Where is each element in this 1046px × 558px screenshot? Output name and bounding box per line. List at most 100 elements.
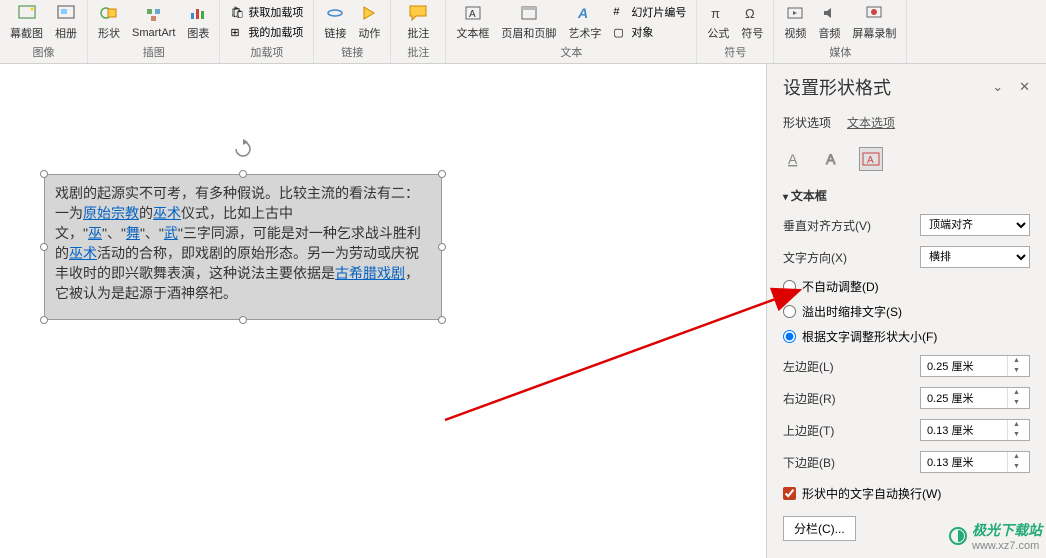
svg-text:π: π (711, 6, 720, 21)
screenrec-button[interactable]: 屏幕录制 (846, 0, 902, 44)
get-addins-button[interactable]: 🛍获取加载项 (228, 2, 305, 22)
audio-button[interactable]: 音频 (812, 0, 846, 44)
group-label-comment: 批注 (407, 44, 429, 62)
rotate-handle[interactable] (233, 139, 253, 159)
my-addins-button[interactable]: ⊞我的加载项 (228, 22, 305, 42)
link-button[interactable]: 链接 (318, 0, 352, 44)
headerfooter-icon (519, 3, 539, 23)
resize-handle-bm[interactable] (239, 316, 247, 324)
symbol-button[interactable]: Ω 符号 (735, 0, 769, 44)
audio-icon (819, 3, 839, 23)
album-icon (56, 3, 76, 23)
album-label: 相册 (55, 25, 77, 41)
wordart-icon: A (575, 3, 595, 23)
resize-handle-mr[interactable] (438, 243, 446, 251)
link-witchcraft2[interactable]: 巫术 (69, 245, 97, 261)
pane-category-icons: A A A (783, 147, 1030, 171)
radio-no-autofit[interactable] (783, 280, 796, 293)
headerfooter-button[interactable]: 页眉和页脚 (495, 0, 562, 44)
radio-no-autofit-label: 不自动调整(D) (802, 278, 879, 295)
section-textbox[interactable]: 文本框 (783, 187, 1030, 204)
cat-texteffect-icon[interactable]: A (821, 147, 845, 171)
spin-up[interactable]: ▲ (1008, 420, 1025, 430)
cat-textfill-icon[interactable]: A (783, 147, 807, 171)
margin-top-spinner[interactable]: ▲▼ (920, 419, 1030, 441)
spin-down[interactable]: ▼ (1008, 398, 1025, 408)
addins-icon: ⊞ (230, 25, 244, 39)
resize-handle-tl[interactable] (40, 170, 48, 178)
chart-label: 图表 (187, 25, 209, 41)
margin-left-spinner[interactable]: ▲▼ (920, 355, 1030, 377)
smartart-button[interactable]: SmartArt (126, 0, 181, 44)
symbol-label: 符号 (741, 25, 763, 41)
tab-text-options[interactable]: 文本选项 (847, 114, 895, 137)
spin-up[interactable]: ▲ (1008, 356, 1025, 366)
group-label-addins: 加载项 (250, 44, 283, 62)
action-button[interactable]: 动作 (352, 0, 386, 44)
textbox-icon: A (463, 3, 483, 23)
video-icon (785, 3, 805, 23)
margin-right-spinner[interactable]: ▲▼ (920, 387, 1030, 409)
screenshot-label: 幕截图 (10, 25, 43, 41)
pane-title: 设置形状格式 (783, 74, 891, 100)
svg-text:A: A (867, 155, 874, 166)
chart-button[interactable]: 图表 (181, 0, 215, 44)
resize-handle-br[interactable] (438, 316, 446, 324)
wordart-button[interactable]: A 艺术字 (562, 0, 607, 44)
margin-bottom-spinner[interactable]: ▲▼ (920, 451, 1030, 473)
link-martial[interactable]: 武 (164, 225, 178, 241)
comment-button[interactable]: 批注 (395, 0, 441, 44)
album-button[interactable]: 相册 (49, 0, 83, 44)
object-button[interactable]: ▢对象 (611, 22, 688, 42)
pane-dropdown-icon[interactable]: ⌄ (992, 79, 1003, 95)
cat-textbox-icon[interactable]: A (859, 147, 883, 171)
margin-bottom-input[interactable] (921, 456, 1007, 468)
link-label: 链接 (324, 25, 346, 41)
screenrec-label: 屏幕录制 (852, 25, 896, 41)
smartart-label: SmartArt (132, 27, 175, 39)
screenshot-button[interactable]: 幕截图 (4, 0, 49, 44)
textbox-shape[interactable]: 戏剧的起源实不可考，有多种假说。比较主流的看法有二：一为原始宗教的巫术仪式，比如… (44, 174, 442, 320)
resize-handle-tr[interactable] (438, 170, 446, 178)
textbox-button[interactable]: A 文本框 (450, 0, 495, 44)
columns-button[interactable]: 分栏(C)... (783, 516, 856, 541)
margin-right-input[interactable] (921, 392, 1007, 404)
resize-handle-bl[interactable] (40, 316, 48, 324)
radio-resize-shape-label: 根据文字调整形状大小(F) (802, 328, 937, 345)
spin-up[interactable]: ▲ (1008, 452, 1025, 462)
margin-left-input[interactable] (921, 360, 1007, 372)
spin-down[interactable]: ▼ (1008, 430, 1025, 440)
shape-button[interactable]: 形状 (92, 0, 126, 44)
group-label-media: 媒体 (829, 44, 851, 62)
pane-close-icon[interactable]: ✕ (1019, 79, 1030, 95)
action-icon (359, 3, 379, 23)
equation-button[interactable]: π 公式 (701, 0, 735, 44)
format-shape-pane: 设置形状格式 ⌄ ✕ 形状选项 文本选项 A A A 文本框 垂直对齐方式(V)… (766, 64, 1046, 558)
slidenum-button[interactable]: #幻灯片编号 (611, 2, 688, 22)
link-greek-drama[interactable]: 古希腊戏剧 (335, 265, 405, 281)
textdir-select[interactable]: 横排 (920, 246, 1030, 268)
store-icon: 🛍 (230, 5, 244, 19)
link-religion[interactable]: 原始宗教 (83, 205, 139, 221)
svg-text:A: A (469, 9, 476, 20)
margin-right-label: 右边距(R) (783, 390, 836, 407)
link-dance[interactable]: 舞 (126, 225, 140, 241)
radio-resize-shape[interactable] (783, 330, 796, 343)
equation-label: 公式 (707, 25, 729, 41)
tab-shape-options[interactable]: 形状选项 (783, 114, 831, 137)
radio-shrink-text[interactable] (783, 305, 796, 318)
slide-canvas[interactable]: 戏剧的起源实不可考，有多种假说。比较主流的看法有二：一为原始宗教的巫术仪式，比如… (0, 64, 766, 558)
wrap-checkbox[interactable] (783, 487, 796, 500)
spin-down[interactable]: ▼ (1008, 366, 1025, 376)
resize-handle-ml[interactable] (40, 243, 48, 251)
resize-handle-tm[interactable] (239, 170, 247, 178)
video-label: 视频 (784, 25, 806, 41)
video-button[interactable]: 视频 (778, 0, 812, 44)
margin-top-input[interactable] (921, 424, 1007, 436)
spin-down[interactable]: ▼ (1008, 462, 1025, 472)
textbox-content[interactable]: 戏剧的起源实不可考，有多种假说。比较主流的看法有二：一为原始宗教的巫术仪式，比如… (45, 175, 441, 319)
link-wu[interactable]: 巫 (88, 225, 102, 241)
link-witchcraft[interactable]: 巫术 (153, 205, 181, 221)
valign-select[interactable]: 顶端对齐 (920, 214, 1030, 236)
spin-up[interactable]: ▲ (1008, 388, 1025, 398)
